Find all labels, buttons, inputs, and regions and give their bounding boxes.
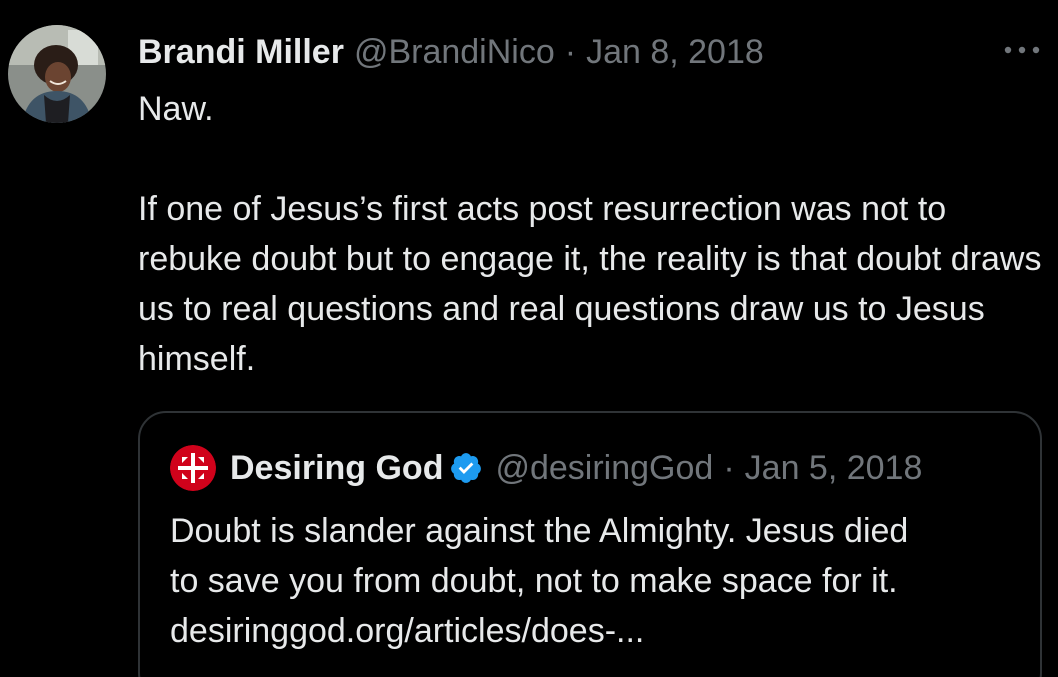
desiring-god-logo-icon <box>170 445 216 491</box>
tweet-date[interactable]: Jan 8, 2018 <box>586 33 764 72</box>
author-name[interactable]: Brandi Miller <box>138 33 344 72</box>
author-handle[interactable]: @BrandiNico <box>354 33 555 72</box>
verified-badge-icon <box>449 451 483 485</box>
quote-text-line: to save you from doubt, not to make spac… <box>170 562 898 600</box>
quote-meta-separator: · <box>723 448 735 487</box>
quote-header: Desiring God @desiringGod · Jan 5, 2018 <box>170 445 922 491</box>
tweet-text: Naw. If one of Jesus’s first acts post r… <box>138 90 1042 378</box>
avatar-image <box>8 25 106 123</box>
desiring-god-logo[interactable] <box>170 445 216 491</box>
quote-text: Doubt is slander against the Almighty. J… <box>170 506 1030 656</box>
author-avatar[interactable] <box>8 25 106 123</box>
quote-author-handle[interactable]: @desiringGod <box>495 449 713 488</box>
quote-link-text[interactable]: desiringgod.org/articles/does-... <box>170 606 1030 656</box>
tweet: Brandi Miller @BrandiNico · Jan 8, 2018 … <box>0 0 1058 677</box>
more-horizontal-icon <box>1004 46 1040 54</box>
quote-date[interactable]: Jan 5, 2018 <box>745 449 923 488</box>
quote-text-line: Doubt is slander against the Almighty. J… <box>170 512 909 550</box>
tweet-header: Brandi Miller @BrandiNico · Jan 8, 2018 <box>138 28 764 76</box>
meta-separator: · <box>564 32 577 71</box>
quote-author-name[interactable]: Desiring God <box>230 449 443 488</box>
more-options-button[interactable] <box>1000 36 1044 64</box>
quoted-tweet[interactable]: Desiring God @desiringGod · Jan 5, 2018 … <box>138 411 1042 677</box>
